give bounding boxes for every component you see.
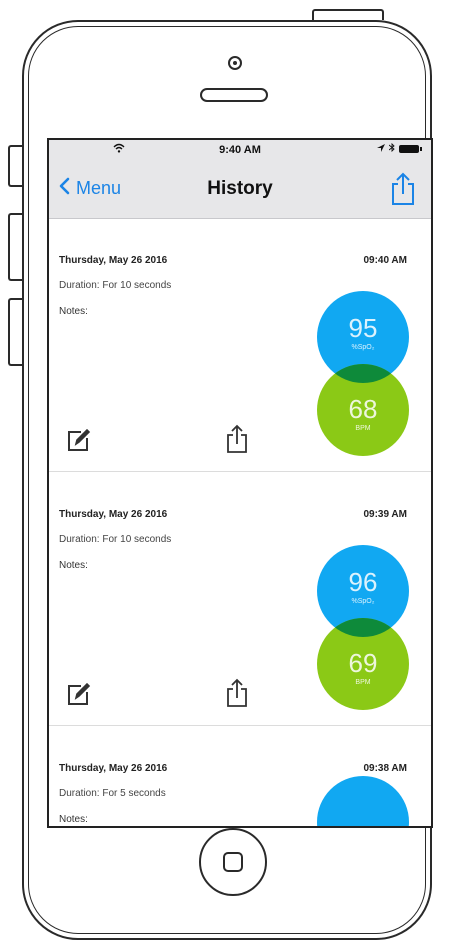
spo2-bubble <box>317 776 409 826</box>
entry-time: 09:40 AM <box>363 255 407 266</box>
bpm-readout: 68 BPM <box>317 364 409 456</box>
bpm-value: 68 <box>348 394 378 424</box>
navigation-bar: Menu History <box>49 162 431 219</box>
bpm-unit: BPM <box>355 679 371 686</box>
spo2-unit: %SpO₂ <box>351 598 375 605</box>
entry-notes-label: Notes: <box>59 306 88 317</box>
page-title: History <box>207 178 273 199</box>
bpm-unit: BPM <box>355 425 371 432</box>
entry-duration: Duration: For 10 seconds <box>59 280 172 291</box>
battery-icon <box>399 145 422 153</box>
entry-date: Thursday, May 26 2016 <box>59 509 168 520</box>
entry-notes-label: Notes: <box>59 560 88 571</box>
edit-note-button[interactable] <box>65 426 93 454</box>
entry-share-button[interactable] <box>225 424 249 454</box>
history-entry[interactable]: Thursday, May 26 2016 09:39 AM Duration:… <box>49 472 431 726</box>
edit-icon <box>68 682 91 705</box>
history-entry[interactable]: Thursday, May 26 2016 09:40 AM Duration:… <box>49 218 431 472</box>
front-camera <box>228 56 242 70</box>
location-arrow-icon <box>377 143 385 155</box>
history-entry[interactable]: Thursday, May 26 2016 09:38 AM Duration:… <box>49 726 431 826</box>
status-right <box>377 142 422 155</box>
spo2-value: 95 <box>348 313 378 343</box>
power-button <box>312 9 384 20</box>
spo2-unit: %SpO₂ <box>351 344 375 351</box>
share-icon <box>392 172 414 205</box>
phone-screen: 9:40 AM Menu History Thursday, May 26 20… <box>47 138 433 828</box>
share-icon <box>227 678 247 707</box>
status-bar: 9:40 AM <box>49 140 431 162</box>
earpiece-speaker <box>200 88 268 102</box>
share-button[interactable] <box>389 172 417 206</box>
spo2-value: 96 <box>348 567 378 597</box>
entry-share-button[interactable] <box>225 678 249 708</box>
share-icon <box>227 424 247 453</box>
entry-date: Thursday, May 26 2016 <box>59 763 168 774</box>
entry-duration: Duration: For 5 seconds <box>59 788 166 799</box>
edit-note-button[interactable] <box>65 680 93 708</box>
status-time: 9:40 AM <box>219 144 261 156</box>
history-list: Thursday, May 26 2016 09:40 AM Duration:… <box>49 218 431 826</box>
entry-notes-label: Notes: <box>59 814 88 825</box>
edit-icon <box>68 428 91 451</box>
entry-time: 09:39 AM <box>363 509 407 520</box>
bluetooth-icon <box>388 142 395 155</box>
entry-duration: Duration: For 10 seconds <box>59 534 172 545</box>
bpm-readout: 69 BPM <box>317 618 409 710</box>
bpm-value: 69 <box>348 648 378 678</box>
home-button[interactable] <box>199 828 267 896</box>
entry-time: 09:38 AM <box>363 763 407 774</box>
phone-mockup: 9:40 AM Menu History Thursday, May 26 20… <box>0 0 454 952</box>
entry-date: Thursday, May 26 2016 <box>59 255 168 266</box>
